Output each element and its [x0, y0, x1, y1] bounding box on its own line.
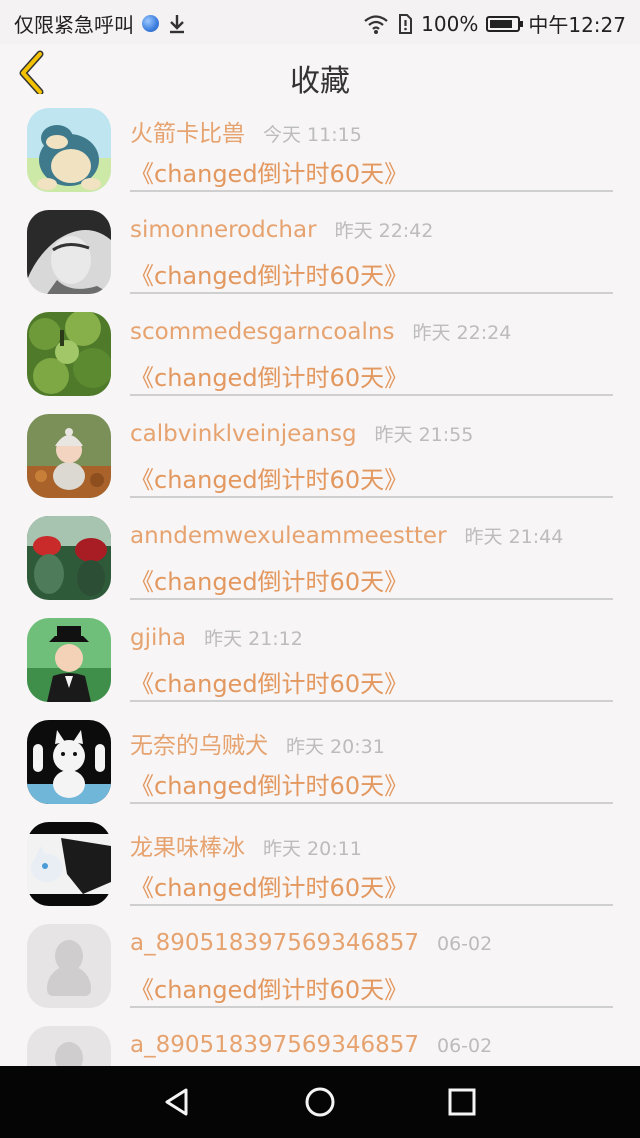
battery-percent: 100% [421, 11, 479, 36]
username[interactable]: 火箭卡比兽 [130, 114, 245, 148]
username[interactable]: gjiha [130, 625, 186, 651]
username[interactable]: anndemwexuleammeestter [130, 523, 447, 549]
green-leaves-avatar [27, 312, 111, 396]
message-text: 《changed倒计时60天》 [130, 262, 409, 290]
message-text: 《changed倒计时60天》 [130, 976, 409, 1004]
avatar[interactable] [27, 516, 111, 600]
username[interactable]: a_890518397569346857 [130, 930, 419, 956]
divider [130, 904, 613, 906]
battery-icon [486, 15, 524, 32]
list-item[interactable]: gjiha 昨天 21:12 《changed倒计时60天》 [0, 610, 640, 712]
name-line: a_890518397569346857 06-02 [130, 1032, 492, 1058]
avatar[interactable] [27, 822, 111, 906]
timestamp: 昨天 20:11 [263, 838, 362, 860]
globe-icon [142, 15, 159, 32]
divider [130, 802, 613, 804]
snorlax-avatar [27, 108, 111, 192]
status-left: 仅限紧急呼叫 [14, 9, 187, 38]
name-line: calbvinklveinjeansg 昨天 21:55 [130, 420, 473, 447]
red-cactus-avatar [27, 516, 111, 600]
avatar[interactable] [27, 210, 111, 294]
default-avatar[interactable] [27, 924, 111, 1008]
list-item[interactable]: calbvinklveinjeansg 昨天 21:55 《changed倒计时… [0, 406, 640, 508]
avatar[interactable] [27, 108, 111, 192]
avatar[interactable] [27, 414, 111, 498]
system-nav-bar [0, 1066, 640, 1138]
divider [130, 496, 613, 498]
divider [130, 190, 613, 192]
list-item[interactable]: a_890518397569346857 06-02 [0, 1018, 640, 1066]
divider [130, 1006, 613, 1008]
divider [130, 292, 613, 294]
list-item[interactable]: 火箭卡比兽 今天 11:15 《changed倒计时60天》 [0, 100, 640, 202]
wifi-icon [364, 14, 388, 34]
message-text: 《changed倒计时60天》 [130, 466, 409, 494]
username[interactable]: simonnerodchar [130, 217, 317, 243]
username[interactable]: 无奈的乌贼犬 [130, 726, 268, 760]
message-text: 《changed倒计时60天》 [130, 160, 409, 188]
list-item[interactable]: scommedesgarncoalns 昨天 22:24 《changed倒计时… [0, 304, 640, 406]
list-item[interactable]: simonnerodchar 昨天 22:42 《changed倒计时60天》 [0, 202, 640, 304]
message-text: 《changed倒计时60天》 [130, 772, 409, 800]
cartoon-cat-avatar [27, 720, 111, 804]
timestamp: 昨天 21:12 [204, 628, 303, 650]
divider [130, 394, 613, 396]
download-icon [170, 14, 184, 33]
sim-icon [399, 13, 413, 34]
nav-back-button[interactable] [157, 1082, 197, 1122]
status-right: 100% 中午12:27 [363, 9, 626, 38]
message-text: 《changed倒计时60天》 [130, 568, 409, 596]
username[interactable]: 龙果味棒冰 [130, 828, 245, 862]
avatar[interactable] [27, 618, 111, 702]
status-bar: 仅限紧急呼叫 100% 中午12:27 [0, 0, 640, 44]
page-title: 收藏 [290, 64, 350, 99]
divider [130, 598, 613, 600]
list-item[interactable]: anndemwexuleammeestter 昨天 21:44 《changed… [0, 508, 640, 610]
nav-home-icon [305, 1087, 335, 1117]
list-item[interactable]: a_890518397569346857 06-02 《changed倒计时60… [0, 916, 640, 1018]
timestamp: 昨天 21:55 [374, 424, 474, 446]
default-avatar[interactable] [27, 1026, 111, 1066]
name-line: 火箭卡比兽 今天 11:15 [130, 114, 362, 148]
timestamp: 昨天 22:42 [334, 220, 434, 242]
name-line: gjiha 昨天 21:12 [130, 624, 303, 651]
timestamp: 昨天 21:44 [464, 526, 564, 548]
name-line: simonnerodchar 昨天 22:42 [130, 216, 433, 243]
message-text: 《changed倒计时60天》 [130, 364, 409, 392]
message-text: 《changed倒计时60天》 [130, 670, 409, 698]
message-text: 《changed倒计时60天》 [130, 874, 409, 902]
app-header: 收藏 [0, 44, 640, 100]
timestamp: 昨天 20:31 [286, 736, 385, 758]
list-item[interactable]: 龙果味棒冰 昨天 20:11 《changed倒计时60天》 [0, 814, 640, 916]
nav-home-button[interactable] [300, 1082, 340, 1122]
username[interactable]: scommedesgarncoalns [130, 319, 394, 345]
name-line: scommedesgarncoalns 昨天 22:24 [130, 318, 511, 345]
battery-fill [490, 19, 513, 28]
avatar[interactable] [27, 720, 111, 804]
name-line: anndemwexuleammeestter 昨天 21:44 [130, 522, 563, 549]
baby-autumn-avatar [27, 414, 111, 498]
child-hat-avatar [27, 618, 111, 702]
divider [130, 700, 613, 702]
timestamp: 昨天 22:24 [412, 322, 512, 344]
anime-wolf-avatar [27, 822, 111, 906]
list-item[interactable]: 无奈的乌贼犬 昨天 20:31 《changed倒计时60天》 [0, 712, 640, 814]
clock: 中午12:27 [528, 13, 626, 37]
carrier-text: 仅限紧急呼叫 [14, 13, 134, 37]
timestamp: 06-02 [437, 1035, 493, 1057]
timestamp: 06-02 [437, 933, 493, 955]
nav-back-icon [165, 1088, 188, 1116]
avatar[interactable] [27, 312, 111, 396]
name-line: a_890518397569346857 06-02 [130, 930, 492, 956]
timestamp: 今天 11:15 [263, 124, 362, 146]
name-line: 龙果味棒冰 昨天 20:11 [130, 828, 362, 862]
username[interactable]: a_890518397569346857 [130, 1032, 419, 1058]
nav-recents-icon [448, 1088, 476, 1116]
nav-recents-button[interactable] [442, 1082, 482, 1122]
bw-portrait-avatar [27, 210, 111, 294]
name-line: 无奈的乌贼犬 昨天 20:31 [130, 726, 385, 760]
username[interactable]: calbvinklveinjeansg [130, 421, 357, 447]
favorites-list: 火箭卡比兽 今天 11:15 《changed倒计时60天》 simonnero… [0, 100, 640, 1066]
